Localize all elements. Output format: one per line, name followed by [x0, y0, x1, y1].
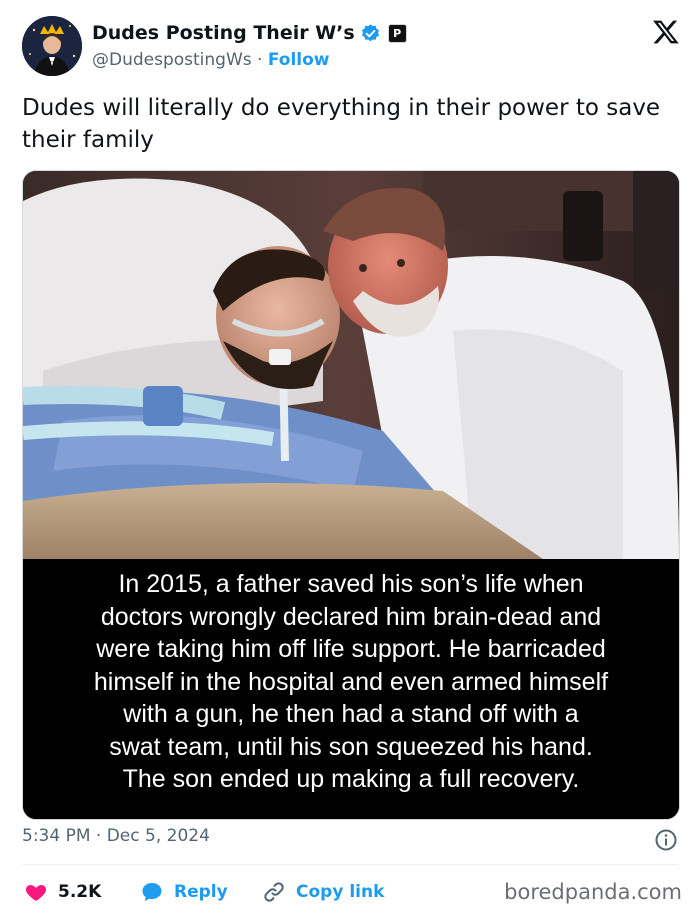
- handle[interactable]: @DudespostingWs: [92, 50, 252, 70]
- verified-badge-icon: [360, 23, 381, 44]
- caption-line: In 2015, a father saved his son’s life w…: [118, 570, 584, 598]
- tweet-text: Dudes will literally do everything in th…: [22, 95, 661, 153]
- image-caption: In 2015, a father saved his son’s life w…: [23, 559, 679, 819]
- caption-line: himself in the hospital and even armed h…: [93, 667, 609, 696]
- info-icon[interactable]: [654, 828, 678, 852]
- caption-line: with a gun, he then had a stand off with…: [123, 700, 579, 728]
- x-logo-icon[interactable]: [652, 18, 680, 46]
- avatar[interactable]: [22, 16, 82, 76]
- reply-bubble-icon: [142, 883, 162, 901]
- follow-button[interactable]: Follow: [268, 50, 330, 70]
- separator: ·: [257, 50, 263, 70]
- copy-link-button[interactable]: Copy link: [262, 876, 384, 908]
- display-name[interactable]: Dudes Posting Their W’s: [92, 22, 355, 44]
- caption-line: swat team, until his son squeezed his ha…: [109, 732, 593, 761]
- tweet-meta: 5:34 PM · Dec 5, 2024: [22, 826, 682, 854]
- like-button[interactable]: 5.2K: [24, 876, 101, 908]
- tweet-media[interactable]: In 2015, a father saved his son’s life w…: [22, 170, 680, 820]
- like-count: 5.2K: [58, 882, 102, 902]
- divider: [22, 864, 678, 865]
- caption-line: The son ended up making a full recovery.: [122, 765, 580, 793]
- heart-icon: [25, 885, 47, 901]
- timestamp[interactable]: 5:34 PM · Dec 5, 2024: [22, 826, 210, 846]
- caption-line: doctors wrongly declared him brain-dead …: [100, 602, 602, 631]
- reply-label: Reply: [174, 882, 228, 902]
- caption-line: were taking him off life support. He bar…: [96, 635, 606, 663]
- copy-link-label: Copy link: [296, 882, 385, 902]
- affiliate-badge-icon[interactable]: P: [387, 23, 407, 43]
- hospital-photo: [23, 171, 679, 559]
- reply-button[interactable]: Reply: [140, 876, 228, 908]
- link-icon: [264, 882, 284, 902]
- tweet-header: Dudes Posting Their W’s P @DudespostingW…: [22, 16, 682, 80]
- watermark: boredpanda.com: [504, 880, 682, 904]
